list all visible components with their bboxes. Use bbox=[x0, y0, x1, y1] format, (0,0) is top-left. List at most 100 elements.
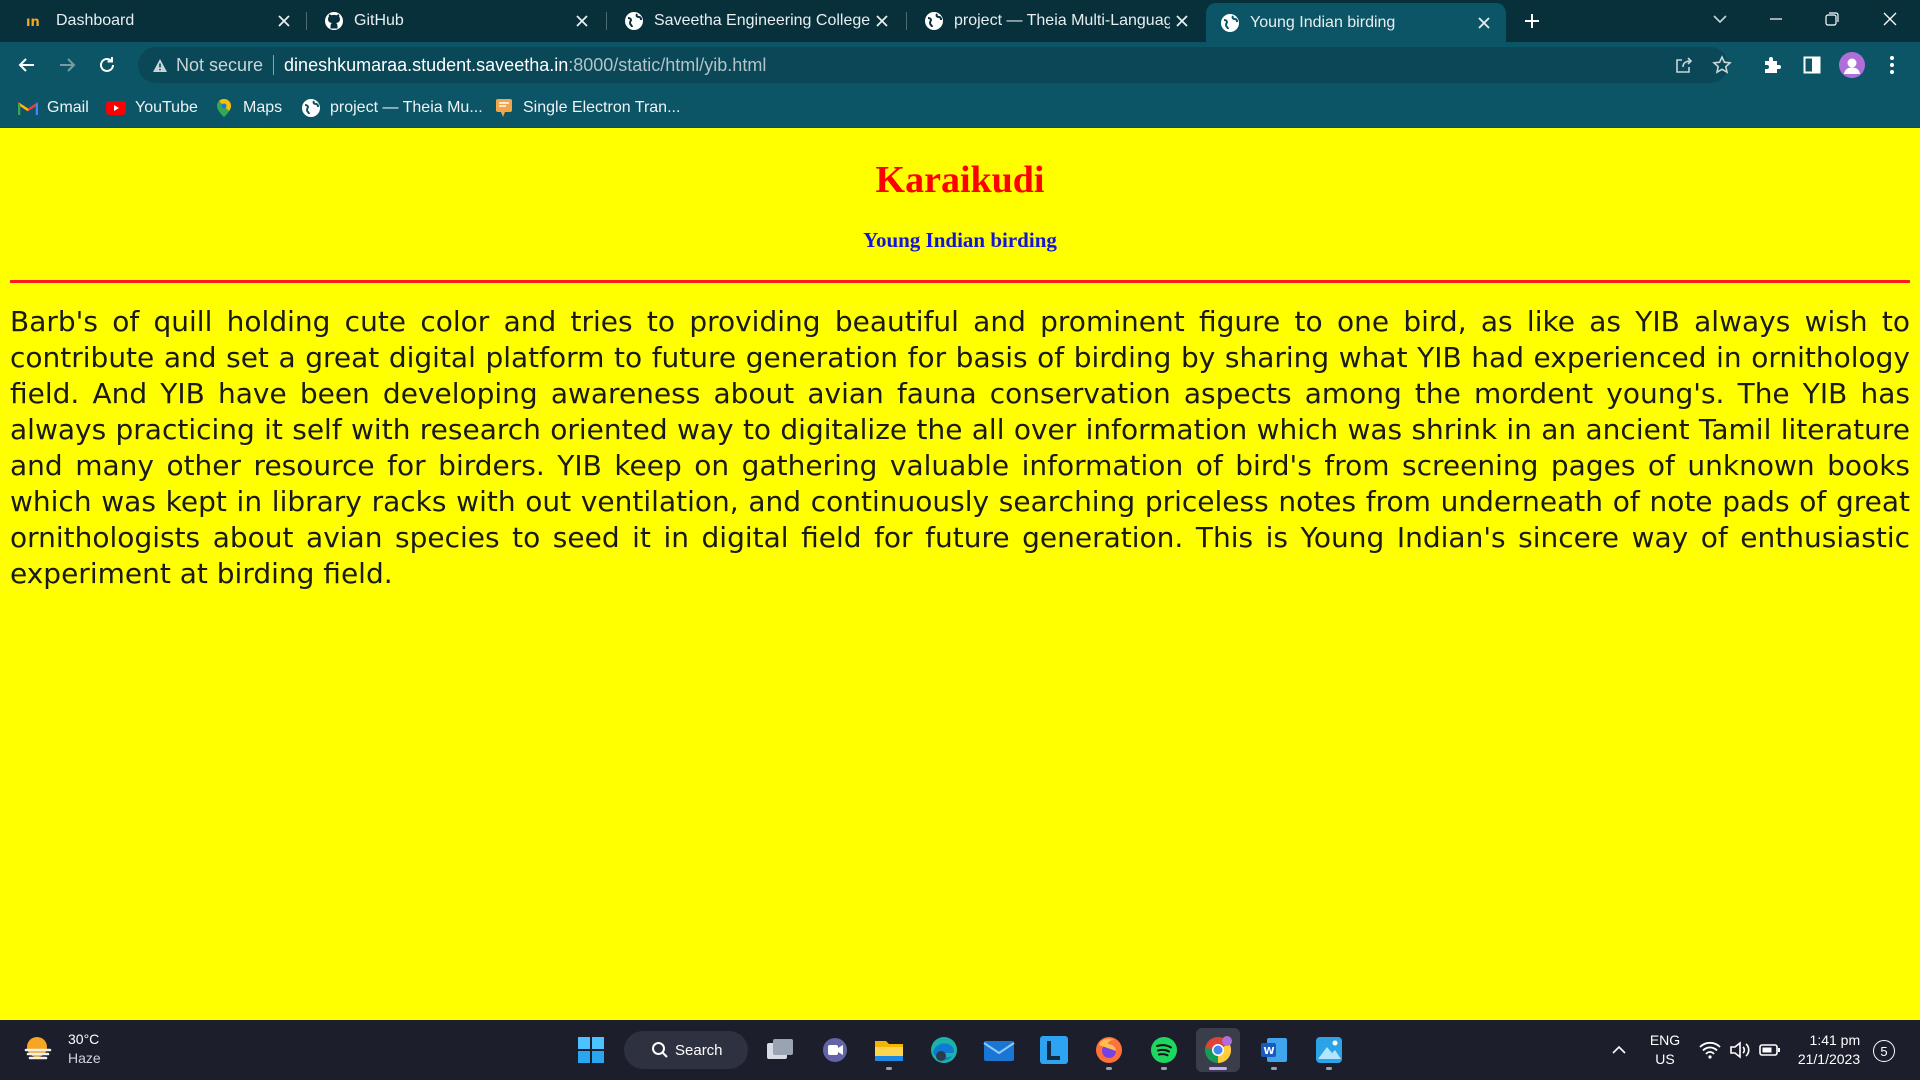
tab-title: Young Indian birding bbox=[1250, 13, 1396, 31]
bookmark-theia-project[interactable]: project — Theia Mu... bbox=[301, 97, 483, 119]
tab-title: Dashboard bbox=[56, 12, 135, 29]
clock[interactable]: 1:41 pm 21/1/2023 bbox=[1790, 1020, 1868, 1080]
chrome-icon bbox=[1205, 1036, 1232, 1064]
arrow-left-icon bbox=[18, 58, 34, 72]
spotify-icon bbox=[1151, 1037, 1177, 1063]
page-viewport: Karaikudi Young Indian birding Barb's of… bbox=[0, 128, 1920, 1020]
l-app-button[interactable] bbox=[1032, 1028, 1076, 1072]
bookmark-gmail[interactable]: Gmail bbox=[18, 97, 89, 119]
tab-saveetha[interactable]: Saveetha Engineering College bbox=[598, 0, 904, 42]
reload-icon bbox=[100, 57, 114, 72]
taskbar-search[interactable]: Search bbox=[624, 1031, 748, 1069]
running-indicator bbox=[1106, 1067, 1112, 1070]
weather-text: 30°C Haze bbox=[68, 1030, 101, 1068]
firefox-button[interactable] bbox=[1087, 1028, 1131, 1072]
language-line1: ENG bbox=[1649, 1032, 1681, 1048]
close-icon[interactable] bbox=[1472, 11, 1496, 35]
teams-chat-button[interactable] bbox=[813, 1028, 857, 1072]
url-host: dineshkumaraa.student.saveetha.in bbox=[284, 54, 569, 75]
bookmark-label: project — Theia Mu... bbox=[330, 99, 483, 116]
task-view-button[interactable] bbox=[758, 1028, 802, 1072]
dashboard-favicon-icon: ın bbox=[26, 11, 46, 31]
warning-icon[interactable] bbox=[150, 55, 170, 75]
menu-button[interactable] bbox=[1876, 49, 1908, 81]
globe-icon bbox=[924, 11, 944, 31]
star-icon bbox=[1712, 55, 1732, 74]
tab-strip: ın Dashboard GitHub Saveetha Engineering… bbox=[0, 0, 1920, 42]
running-indicator bbox=[1326, 1067, 1332, 1070]
share-button[interactable] bbox=[1670, 51, 1698, 79]
start-button[interactable] bbox=[569, 1028, 613, 1072]
reload-button[interactable] bbox=[91, 49, 123, 81]
photos-button[interactable] bbox=[1307, 1028, 1351, 1072]
bookmark-maps[interactable]: Maps bbox=[214, 97, 282, 119]
address-bar[interactable]: Not secure dineshkumaraa.student.saveeth… bbox=[138, 47, 1732, 83]
close-icon[interactable] bbox=[272, 9, 296, 33]
extensions-button[interactable] bbox=[1756, 49, 1788, 81]
bookmark-youtube[interactable]: YouTube bbox=[106, 97, 198, 119]
l-app-icon bbox=[1040, 1036, 1068, 1064]
restore-button[interactable] bbox=[1804, 0, 1860, 38]
forward-button[interactable] bbox=[51, 49, 83, 81]
browser-toolbar: Not secure dineshkumaraa.student.saveeth… bbox=[0, 42, 1920, 88]
svg-text:W: W bbox=[1264, 1046, 1275, 1057]
side-panel-button[interactable] bbox=[1796, 49, 1828, 81]
photos-icon bbox=[1316, 1037, 1342, 1063]
globe-icon bbox=[1220, 13, 1240, 33]
chrome-button[interactable] bbox=[1196, 1028, 1240, 1072]
bookmark-label: Gmail bbox=[47, 99, 89, 116]
word-button[interactable]: W bbox=[1252, 1028, 1296, 1072]
page-title: Karaikudi bbox=[875, 159, 1045, 201]
tab-search-button[interactable] bbox=[1692, 0, 1748, 38]
battery-icon bbox=[1759, 1044, 1780, 1056]
back-button[interactable] bbox=[11, 49, 43, 81]
close-icon[interactable] bbox=[570, 9, 594, 33]
mail-button[interactable] bbox=[977, 1028, 1021, 1072]
side-panel-icon bbox=[1803, 56, 1821, 74]
running-indicator bbox=[1209, 1067, 1227, 1070]
bookmark-single-electron[interactable]: Single Electron Tran... bbox=[494, 97, 680, 119]
volume-icon bbox=[1730, 1041, 1750, 1059]
language-line2: US bbox=[1655, 1051, 1675, 1067]
tab-theia-project[interactable]: project — Theia Multi-Language bbox=[898, 0, 1204, 42]
search-icon bbox=[652, 1042, 668, 1058]
quick-settings-button[interactable] bbox=[1698, 1020, 1782, 1080]
url-path: :8000/static/html/yib.html bbox=[568, 54, 767, 75]
security-label[interactable]: Not secure bbox=[176, 55, 263, 76]
language-indicator[interactable]: ENG US bbox=[1640, 1020, 1690, 1080]
running-indicator bbox=[1271, 1067, 1277, 1070]
edge-icon bbox=[931, 1037, 957, 1063]
mail-icon bbox=[983, 1041, 1015, 1061]
notification-badge[interactable]: 5 bbox=[1873, 1040, 1895, 1062]
maps-icon bbox=[214, 98, 234, 118]
weather-temperature: 30°C bbox=[68, 1031, 100, 1047]
avatar[interactable] bbox=[1839, 52, 1865, 78]
globe-icon bbox=[624, 11, 644, 31]
tab-title: project — Theia Multi-Language bbox=[954, 12, 1170, 29]
tab-young-indian-birding[interactable]: Young Indian birding bbox=[1206, 3, 1506, 42]
close-window-button[interactable] bbox=[1862, 0, 1918, 38]
haze-sun-icon bbox=[24, 1037, 52, 1060]
close-icon[interactable] bbox=[1170, 9, 1194, 33]
doc-icon bbox=[494, 98, 514, 118]
edge-button[interactable] bbox=[922, 1028, 966, 1072]
minimize-button[interactable] bbox=[1748, 0, 1804, 38]
new-tab-button[interactable] bbox=[1518, 7, 1546, 35]
close-icon[interactable] bbox=[870, 9, 894, 33]
teams-chat-icon bbox=[823, 1038, 847, 1062]
profile-button[interactable] bbox=[1836, 49, 1868, 81]
weather-widget[interactable]: 30°C Haze bbox=[20, 1030, 101, 1068]
kebab-menu-icon bbox=[1890, 56, 1894, 74]
file-explorer-button[interactable] bbox=[867, 1028, 911, 1072]
gmail-icon bbox=[18, 98, 38, 118]
tab-dashboard[interactable]: ın Dashboard bbox=[0, 0, 306, 42]
puzzle-icon bbox=[1765, 57, 1781, 73]
globe-icon bbox=[301, 98, 321, 118]
bookmark-star-button[interactable] bbox=[1708, 51, 1736, 79]
show-hidden-icons-button[interactable] bbox=[1604, 1020, 1634, 1080]
chevron-up-icon bbox=[1612, 1045, 1626, 1054]
bookmark-label: YouTube bbox=[135, 99, 198, 116]
clock-date: 21/1/2023 bbox=[1797, 1051, 1861, 1067]
spotify-button[interactable] bbox=[1142, 1028, 1186, 1072]
tab-github[interactable]: GitHub bbox=[298, 0, 604, 42]
